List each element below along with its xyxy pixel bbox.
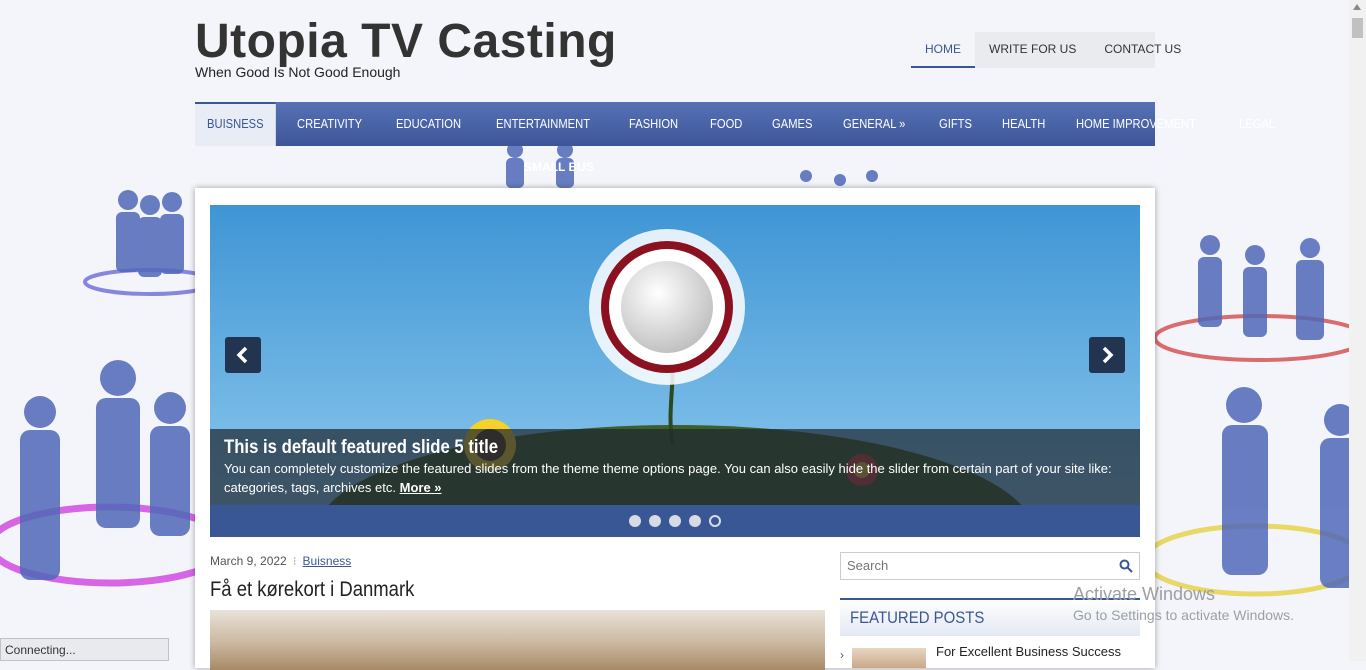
site-tagline: When Good Is Not Good Enough — [195, 64, 401, 80]
chevron-left-icon — [236, 346, 248, 364]
slide-more-link[interactable]: More » — [400, 480, 442, 495]
featured-slider: This is default featured slide 5 title Y… — [210, 205, 1140, 537]
slider-dot[interactable] — [669, 515, 681, 527]
nav-home-improvement[interactable]: HOME IMPROVEMENT — [1064, 102, 1208, 146]
main-navigation: BUISNESS CREATIVITY EDUCATION ENTERTAINM… — [195, 102, 1275, 146]
search-input[interactable] — [841, 553, 1113, 577]
content-area: This is default featured slide 5 title Y… — [195, 188, 1155, 670]
nav-general[interactable]: GENERAL » — [831, 102, 917, 146]
featured-post-thumbnail[interactable] — [852, 648, 926, 668]
nav-entertainment[interactable]: ENTERTAINMENT — [484, 102, 602, 146]
nav-buisness[interactable]: BUISNESS — [195, 102, 276, 146]
nav-food[interactable]: FOOD — [698, 102, 754, 146]
scrollbar-thumb[interactable] — [1352, 18, 1363, 38]
meta-separator: ⁝ — [292, 554, 297, 568]
nav-fashion[interactable]: FASHION — [617, 102, 690, 146]
featured-post-title[interactable]: For Excellent Business Success — [936, 644, 1121, 659]
search-box — [840, 552, 1140, 580]
slide-description: You can completely customize the feature… — [224, 461, 1112, 495]
slider-dot[interactable] — [629, 515, 641, 527]
post-thumbnail[interactable] — [210, 610, 825, 670]
nav-health[interactable]: HEALTH — [990, 102, 1057, 146]
nav-education[interactable]: EDUCATION — [384, 102, 473, 146]
slider-prev-button[interactable] — [225, 337, 261, 373]
chevron-right-icon: › — [840, 648, 844, 662]
browser-status-bar: Connecting... — [0, 638, 169, 661]
nav-legal[interactable]: LEGAL — [1227, 102, 1287, 146]
slider-dot[interactable] — [649, 515, 661, 527]
post-title[interactable]: Få et kørekort i Danmark — [210, 578, 414, 602]
featured-posts-title: FEATURED POSTS — [850, 608, 985, 627]
site-title[interactable]: Utopia TV Casting — [195, 14, 617, 70]
top-nav-write-for-us[interactable]: WRITE FOR US — [975, 32, 1090, 68]
submenu-item-small-business[interactable]: SMALL BUS — [524, 160, 594, 174]
post-date: March 9, 2022 — [210, 554, 287, 568]
page-scrollbar[interactable] — [1349, 0, 1366, 661]
post-meta: March 9, 2022 ⁝ Buisness — [210, 554, 351, 568]
scroll-up-icon[interactable] — [1353, 4, 1361, 10]
slider-dot-active[interactable] — [709, 515, 721, 527]
search-icon[interactable] — [1119, 559, 1133, 573]
nav-gifts[interactable]: GIFTS — [927, 102, 984, 146]
chevron-right-icon — [1102, 346, 1114, 364]
slide-title: This is default featured slide 5 title — [224, 437, 499, 458]
post-category-link[interactable]: Buisness — [303, 554, 352, 568]
top-nav-home[interactable]: HOME — [911, 32, 975, 68]
windows-activation-hint: Go to Settings to activate Windows. — [1073, 607, 1294, 623]
nav-creativity[interactable]: CREATIVITY — [285, 102, 374, 146]
slider-pagination — [210, 505, 1140, 537]
slider-dot[interactable] — [689, 515, 701, 527]
slide-text: You can completely customize the feature… — [224, 459, 1124, 497]
slider-next-button[interactable] — [1089, 337, 1125, 373]
top-navigation: HOME WRITE FOR US CONTACT US — [911, 32, 1181, 68]
windows-activation-watermark: Activate Windows — [1073, 584, 1216, 604]
slide-caption: This is default featured slide 5 title Y… — [210, 429, 1140, 505]
nav-games[interactable]: GAMES — [760, 102, 824, 146]
featured-post-item[interactable]: › For Excellent Business Success — [840, 644, 1140, 668]
top-nav-contact-us[interactable]: CONTACT US — [1090, 32, 1195, 68]
